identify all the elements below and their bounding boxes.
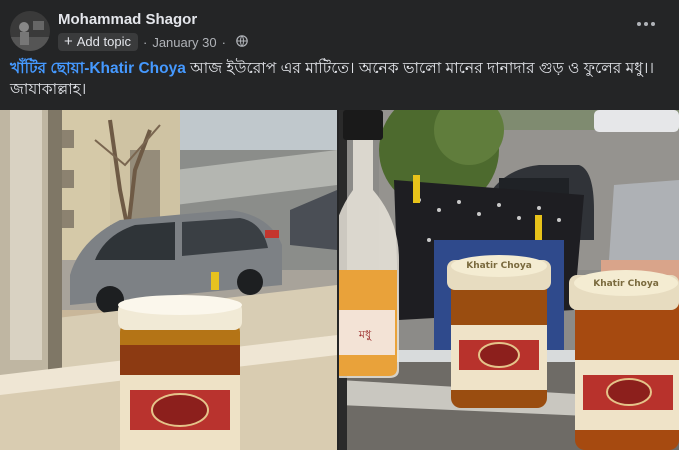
author-avatar[interactable] xyxy=(10,11,50,51)
jar-lid-text-right: Khatir Choya xyxy=(593,279,659,289)
post-date[interactable]: January 30 xyxy=(152,35,216,50)
more-options-icon[interactable] xyxy=(633,14,659,34)
meta-separator: · xyxy=(221,34,226,50)
page-tag-link[interactable]: খাঁটির ছোয়া-Khatir Choya xyxy=(10,60,186,77)
post-photo-left[interactable] xyxy=(0,110,337,450)
add-topic-label: Add topic xyxy=(76,34,131,49)
jar-lid-text-middle: Khatir Choya xyxy=(466,261,532,271)
post-photo-right[interactable]: মধু Khatir Choya Khatir Choya xyxy=(339,110,679,450)
globe-icon[interactable] xyxy=(236,34,248,50)
plus-icon: + xyxy=(64,32,73,50)
post-meta: + Add topic · January 30 · xyxy=(58,32,248,52)
post-text: খাঁটির ছোয়া-Khatir Choya আজ ইউরোপ এর মা… xyxy=(10,58,665,100)
author-name[interactable]: Mohammad Shagor xyxy=(58,11,197,28)
meta-separator: · xyxy=(142,34,148,50)
bottle-label: মধু xyxy=(358,328,372,341)
add-topic-button[interactable]: + Add topic xyxy=(58,33,138,51)
